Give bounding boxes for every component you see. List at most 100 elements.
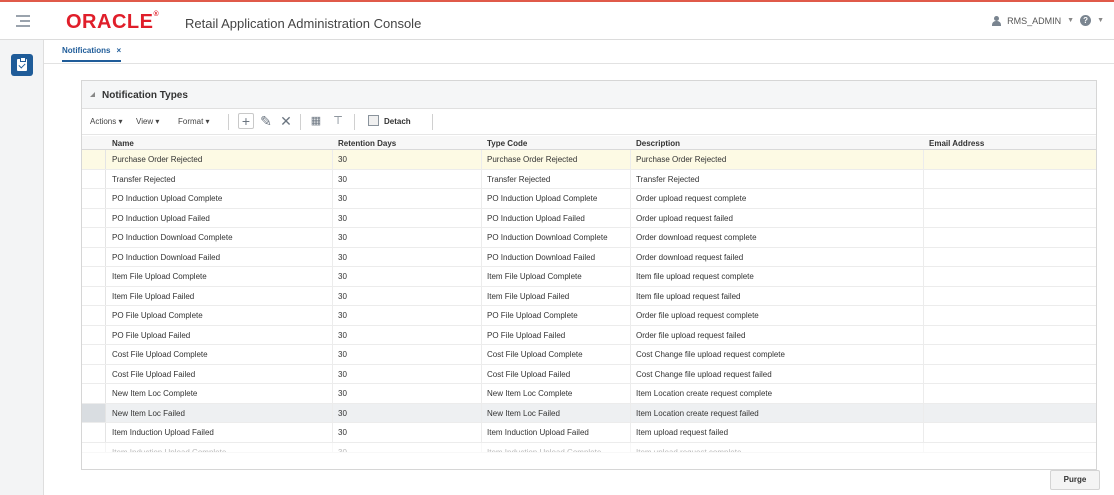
panel-title: Notification Types: [102, 90, 188, 101]
column-header-email-address[interactable]: Email Address: [929, 139, 984, 148]
row-header[interactable]: [82, 247, 106, 266]
column-divider: [923, 345, 924, 364]
cell-type-code: New Item Loc Complete: [487, 389, 573, 398]
table-row[interactable]: Cost File Upload Failed 30 Cost File Uploa…: [82, 364, 1096, 384]
cell-name: PO Induction Upload Complete: [112, 194, 223, 203]
tab-bar: Notifications ×: [44, 40, 1114, 64]
freeze-icon[interactable]: ▦: [308, 113, 324, 129]
table-row[interactable]: New Item Loc Complete 30 New Item Loc Comp…: [82, 384, 1096, 404]
table-row[interactable]: PO Induction Upload Failed 30 PO Induction…: [82, 208, 1096, 228]
column-divider: [332, 150, 333, 169]
table-row[interactable]: Item Induction Upload Failed 30 Item Induc…: [82, 423, 1096, 443]
table-row[interactable]: PO File Upload Failed 30 PO File Upload Fa…: [82, 325, 1096, 345]
table-row[interactable]: Item Induction Upload Complete 30 Item Ind…: [82, 442, 1096, 453]
table-header: Name Retention Days Type Code Descriptio…: [82, 136, 1096, 150]
column-header-name[interactable]: Name: [112, 139, 134, 148]
column-divider: [481, 306, 482, 325]
row-header[interactable]: [82, 267, 106, 286]
column-divider: [923, 169, 924, 188]
column-divider: [630, 384, 631, 403]
user-menu[interactable]: RMS_ADMIN ▼ ? ▼: [992, 15, 1104, 26]
cell-description: Order file upload request failed: [636, 330, 746, 340]
row-header[interactable]: [82, 442, 106, 452]
cell-name: Item File Upload Failed: [112, 291, 195, 301]
column-divider: [630, 150, 631, 169]
table-row[interactable]: PO Induction Upload Complete 30 PO Inducti…: [82, 189, 1096, 209]
row-header[interactable]: [82, 286, 106, 305]
cell-retention-days: 30: [338, 369, 347, 379]
user-icon: [992, 15, 1002, 26]
column-divider: [923, 442, 924, 452]
table-row[interactable]: New Item Loc Failed 30 New Item Loc Failed…: [82, 403, 1096, 423]
username: RMS_ADMIN: [1007, 15, 1062, 26]
cell-description: Item upload request failed: [636, 428, 729, 437]
cell-retention-days: 30: [338, 291, 347, 301]
cell-name: PO File Upload Failed: [112, 330, 191, 340]
cell-description: Order download request failed: [636, 252, 744, 262]
table-row[interactable]: Transfer Rejected 30 Transfer Rejected Tran…: [82, 169, 1096, 189]
tab-notifications[interactable]: Notifications ×: [62, 46, 122, 62]
cell-name: Item File Upload Complete: [112, 272, 207, 281]
filter-icon[interactable]: ⊤: [330, 113, 346, 129]
row-header[interactable]: [82, 384, 106, 403]
cell-type-code: Item Induction Upload Failed: [487, 428, 589, 437]
detach-icon[interactable]: [368, 115, 379, 126]
edit-icon[interactable]: ✎: [258, 113, 274, 129]
navigator-menu-icon[interactable]: [16, 15, 30, 27]
row-header[interactable]: [82, 150, 106, 169]
column-divider: [923, 384, 924, 403]
left-rail: [0, 40, 44, 495]
row-header[interactable]: [82, 364, 106, 383]
cell-name: Transfer Rejected: [112, 174, 176, 184]
actions-menu[interactable]: Actions ▾: [90, 117, 122, 126]
column-divider: [481, 345, 482, 364]
column-header-type-code[interactable]: Type Code: [487, 139, 527, 148]
help-icon[interactable]: ?: [1080, 15, 1092, 26]
row-header[interactable]: [82, 189, 106, 208]
row-header[interactable]: [82, 345, 106, 364]
column-divider: [923, 228, 924, 247]
cell-description: Transfer Rejected: [636, 174, 700, 184]
toolbar-separator: [300, 114, 301, 130]
column-header-description[interactable]: Description: [636, 139, 680, 148]
cell-name: New Item Loc Complete: [112, 389, 198, 398]
tasks-clipboard-icon[interactable]: [11, 54, 33, 76]
cell-type-code: PO Induction Download Complete: [487, 233, 608, 242]
delete-icon[interactable]: ✕: [278, 113, 294, 129]
table-row[interactable]: PO Induction Download Complete 30 PO Induc…: [82, 228, 1096, 248]
cell-name: PO File Upload Complete: [112, 311, 203, 320]
table-row[interactable]: Item File Upload Failed 30 Item File Uploa…: [82, 286, 1096, 306]
row-header[interactable]: [82, 228, 106, 247]
cell-retention-days: 30: [338, 233, 347, 242]
table-row[interactable]: Cost File Upload Complete 30 Cost File Upl…: [82, 345, 1096, 365]
cell-retention-days: 30: [338, 408, 347, 418]
detach-button[interactable]: Detach: [384, 117, 411, 126]
cell-retention-days: 30: [338, 174, 347, 184]
column-divider: [332, 325, 333, 344]
cell-type-code: PO Induction Upload Complete: [487, 194, 598, 203]
column-header-retention-days[interactable]: Retention Days: [338, 139, 396, 148]
cell-description: Item file upload request complete: [636, 272, 754, 281]
row-header[interactable]: [82, 169, 106, 188]
table-row[interactable]: Item File Upload Complete 30 Item File Upl…: [82, 267, 1096, 287]
column-divider: [630, 403, 631, 422]
view-menu[interactable]: View ▾: [136, 117, 159, 126]
cell-description: Order upload request failed: [636, 213, 733, 223]
row-header[interactable]: [82, 423, 106, 442]
table-row[interactable]: Purchase Order Rejected 30 Purchase Order …: [82, 150, 1096, 170]
column-divider: [332, 208, 333, 227]
cell-description: Order download request complete: [636, 233, 757, 242]
purge-button[interactable]: Purge: [1050, 470, 1100, 490]
close-icon[interactable]: ×: [116, 46, 121, 55]
table-row[interactable]: PO File Upload Complete 30 PO File Upload …: [82, 306, 1096, 326]
format-menu[interactable]: Format ▾: [178, 117, 210, 126]
add-icon[interactable]: +: [238, 113, 254, 129]
table-row[interactable]: PO Induction Download Failed 30 PO Inducti…: [82, 247, 1096, 267]
row-header[interactable]: [82, 325, 106, 344]
column-divider: [481, 247, 482, 266]
cell-type-code: PO File Upload Complete: [487, 311, 578, 320]
row-header[interactable]: [82, 306, 106, 325]
collapse-triangle-icon[interactable]: [90, 92, 95, 97]
row-header[interactable]: [82, 208, 106, 227]
row-header[interactable]: [82, 403, 106, 422]
